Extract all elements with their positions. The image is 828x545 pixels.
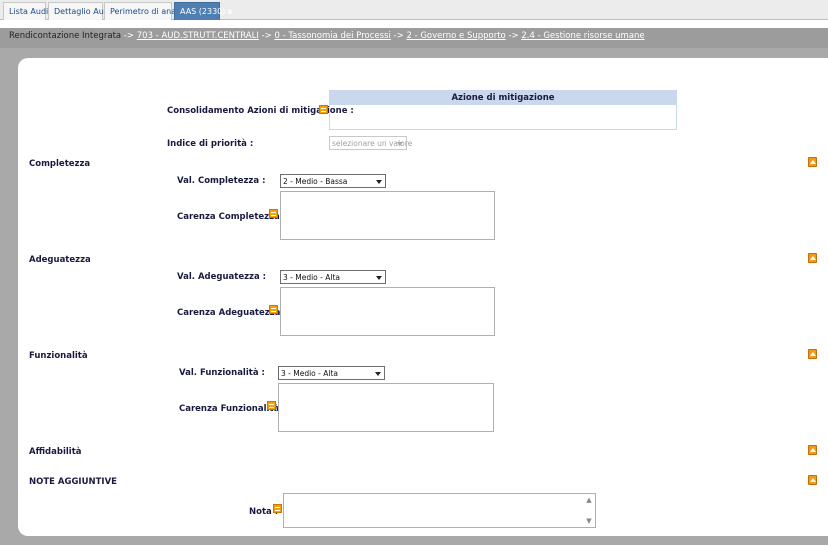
section-title-completezza: Completezza [29,159,91,169]
tab-aas[interactable]: AAS (2330) x [174,2,233,20]
priority-label: Indice di priorità : [167,139,254,149]
bottom-strip [0,536,828,545]
chevron-down-icon [376,276,382,280]
carenza-adeguatezza-textarea[interactable] [280,287,495,336]
carenza-completezza-textarea[interactable] [280,191,495,240]
main-panel: Consolidamento Azioni di mitigazione : A… [18,58,828,536]
val-adeguatezza-label: Val. Adeguatezza : [177,272,267,282]
note-icon[interactable] [269,305,278,314]
chevron-down-icon [376,180,382,184]
val-completezza-select[interactable]: 2 - Medio - Bassa [280,174,386,188]
tab-dettaglio-audit[interactable]: Dettaglio Audit [48,2,114,20]
tab-perimetro-di-analisi[interactable]: Perimetro di analisi [104,2,187,20]
tab-bar: Lista Audit Dettaglio Audit Perimetro di… [0,0,828,20]
spacer [0,20,828,28]
breadcrumb-separator: -> [123,31,135,41]
carenza-funzionalita-textarea[interactable] [278,383,494,432]
note-icon[interactable] [269,209,278,218]
section-title-note-aggiuntive: NOTE AGGIUNTIVE [29,477,117,487]
chevron-down-icon [397,142,403,146]
tab-label: AAS (2330) [180,7,226,16]
breadcrumb-link-risorse-umane[interactable]: 2.4 - Gestione risorse umane [521,31,644,41]
val-completezza-label: Val. Completezza : [177,176,266,186]
val-completezza-value: 2 - Medio - Bassa [283,177,348,186]
collapse-up-icon[interactable] [808,157,817,167]
priority-select: selezionare un valore [329,136,412,150]
collapse-up-icon[interactable] [808,349,817,359]
note-icon[interactable] [273,504,282,513]
collapse-up-icon[interactable] [808,445,817,455]
tab-lista-audit[interactable]: Lista Audit [3,2,51,20]
breadcrumb-separator: -> [393,31,404,41]
chevron-down-icon [375,372,381,376]
close-tab-icon[interactable]: x [227,7,232,16]
scroll-down-arrow[interactable]: ▼ [584,516,594,526]
breadcrumb-link-tassonomia[interactable]: 0 - Tassonomia dei Processi [274,31,390,41]
val-adeguatezza-select[interactable]: 3 - Medio - Alta [280,270,386,284]
val-funzionalita-label: Val. Funzionalità : [179,368,265,378]
section-title-adeguatezza: Adeguatezza [29,255,91,265]
collapse-up-icon[interactable] [808,253,817,263]
val-funzionalita-select[interactable]: 3 - Medio - Alta [278,366,385,380]
breadcrumb-separator: -> [508,31,519,41]
section-title-funzionalita: Funzionalità [29,351,88,361]
breadcrumb-root: Rendicontazione Integrata [9,31,122,41]
scroll-up-arrow[interactable]: ▲ [584,495,594,505]
val-funzionalita-value: 3 - Medio - Alta [281,369,338,378]
tab-label: Lista Audit [9,7,52,16]
breadcrumb-link-governo[interactable]: 2 - Governo e Supporto [406,31,505,41]
breadcrumb: Rendicontazione Integrata -> 703 - AUD.S… [0,28,828,48]
val-adeguatezza-value: 3 - Medio - Alta [283,273,340,282]
breadcrumb-separator: -> [261,31,272,41]
breadcrumb-link-aud[interactable]: 703 - AUD.STRUTT.CENTRALI [137,31,259,41]
note-icon[interactable] [319,105,328,114]
section-title-affidabilita: Affidabilità [29,447,82,457]
mitigation-table: Azione di mitigazione [329,90,677,130]
note-icon[interactable] [267,401,276,410]
mitigation-table-header: Azione di mitigazione [330,91,676,105]
collapse-up-icon[interactable] [808,475,817,485]
nota-textarea[interactable]: ▲ ▼ [283,493,596,528]
